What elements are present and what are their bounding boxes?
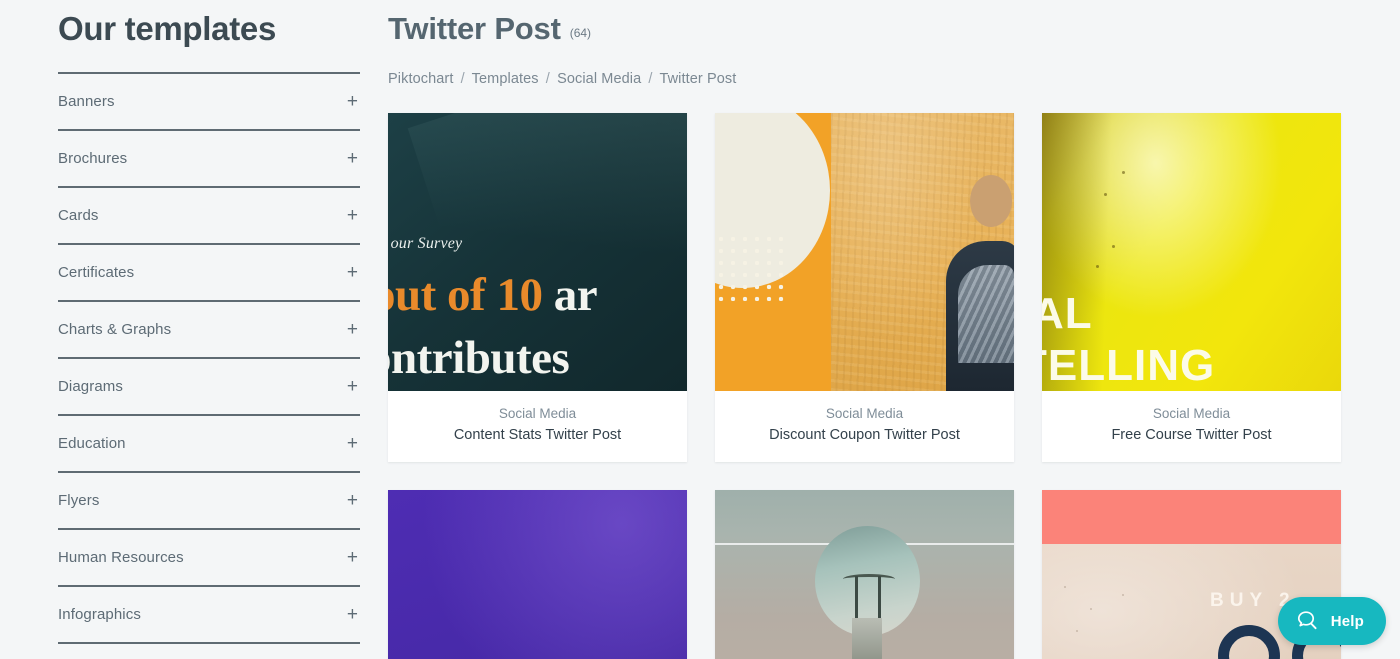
thumbnail-person-head [970, 175, 1012, 227]
sidebar-item-label: Charts & Graphs [58, 321, 172, 338]
sidebar-item-brochures[interactable]: Brochures + [58, 131, 360, 188]
breadcrumb-item-twitter-post[interactable]: Twitter Post [659, 71, 736, 87]
template-card-content-that[interactable]: CONTENT THAT TH Social Media [715, 490, 1014, 659]
breadcrumb-separator: / [460, 71, 465, 87]
thumbnail-text-line1: AL [1042, 289, 1093, 338]
page-title: Twitter Post [388, 11, 561, 46]
thumbnail-text-headline: out of 10 ar [388, 268, 598, 322]
thumbnail-grain [1076, 630, 1078, 632]
thumbnail-person-scarf [958, 265, 1014, 363]
sidebar-item-cards[interactable]: Cards + [58, 188, 360, 245]
template-category: Social Media [1152, 406, 1231, 421]
sidebar-item-label: Diagrams [58, 378, 123, 395]
sidebar: Our templates Banners + Brochures + Card… [0, 0, 360, 659]
thumbnail-speck [1112, 245, 1115, 248]
template-thumbnail[interactable]: eur 101: [388, 490, 687, 659]
main-content: Twitter Post (64) Piktochart / Templates… [360, 0, 1400, 659]
thumbnail-dot-pattern [715, 233, 787, 301]
template-count: (64) [569, 26, 592, 40]
help-label: Help [1330, 612, 1364, 630]
plus-icon[interactable]: + [347, 320, 360, 339]
plus-icon[interactable]: + [347, 92, 360, 111]
template-grid: on our Survey out of 10 ar ontributes So… [388, 113, 1350, 659]
sidebar-item-label: Banners [58, 93, 115, 110]
template-caption: Social Media Free Course Twitter Post [1042, 391, 1341, 462]
plus-icon[interactable]: + [347, 263, 360, 282]
thumbnail-text-survey: on our Survey [388, 235, 463, 252]
template-category: Social Media [825, 406, 904, 421]
sidebar-item-education[interactable]: Education + [58, 416, 360, 473]
template-card-entrepreneur[interactable]: eur 101: Social Media [388, 490, 687, 659]
template-caption: Social Media Content Stats Twitter Post [388, 391, 687, 462]
template-title: Free Course Twitter Post [1111, 427, 1272, 443]
thumbnail-lightbulb-filament [855, 576, 881, 618]
plus-icon[interactable]: + [347, 548, 360, 567]
sidebar-item-certificates[interactable]: Certificates + [58, 245, 360, 302]
breadcrumb-item-piktochart[interactable]: Piktochart [388, 71, 453, 87]
plus-icon[interactable]: + [347, 149, 360, 168]
thumbnail-speck [1096, 265, 1099, 268]
thumbnail-text-headline2: ontributes [388, 332, 570, 384]
template-thumbnail[interactable]: AL TELLING [1042, 113, 1341, 391]
template-caption: Social Media Discount Coupon Twitter Pos… [715, 391, 1014, 462]
template-title: Content Stats Twitter Post [453, 427, 622, 443]
breadcrumb-separator: / [545, 71, 550, 87]
templates-page: Our templates Banners + Brochures + Card… [0, 0, 1400, 659]
thumbnail-color-band [1042, 490, 1341, 544]
template-title: Discount Coupon Twitter Post [769, 427, 960, 443]
sidebar-item-label: Education [58, 435, 126, 452]
thumbnail-grain [1064, 586, 1066, 588]
sidebar-item-charts-graphs[interactable]: Charts & Graphs + [58, 302, 360, 359]
thumbnail-grain [1090, 608, 1092, 610]
sidebar-item-label: Infographics [58, 606, 141, 623]
plus-icon[interactable]: + [347, 434, 360, 453]
breadcrumb: Piktochart / Templates / Social Media / … [388, 71, 1350, 87]
template-category: Social Media [498, 406, 577, 421]
template-thumbnail[interactable]: on our Survey out of 10 ar ontributes [388, 113, 687, 391]
sidebar-category-list: Banners + Brochures + Cards + Certificat… [58, 72, 360, 659]
sidebar-item-banners[interactable]: Banners + [58, 74, 360, 131]
template-card-free-course[interactable]: AL TELLING Social Media Free Course Twit… [1042, 113, 1341, 462]
breadcrumb-item-templates[interactable]: Templates [472, 71, 539, 87]
template-card-discount-coupon[interactable]: Social Media Discount Coupon Twitter Pos… [715, 113, 1014, 462]
page-header: Twitter Post (64) [388, 8, 1350, 50]
thumbnail-speck [1122, 171, 1125, 174]
sidebar-item-label: Flyers [58, 492, 100, 509]
thumbnail-text-orange: out of 10 [388, 269, 554, 321]
sidebar-item-human-resources[interactable]: Human Resources + [58, 530, 360, 587]
sidebar-item-infographics[interactable]: Infographics + [58, 587, 360, 644]
thumbnail-text-line2: TELLING [1042, 341, 1216, 390]
sidebar-item-partial[interactable]: M + [58, 644, 360, 659]
chat-bubble-icon [1297, 611, 1317, 630]
plus-icon[interactable]: + [347, 377, 360, 396]
plus-icon[interactable]: + [347, 605, 360, 624]
thumbnail-text-white: ar [553, 269, 598, 321]
sidebar-item-flyers[interactable]: Flyers + [58, 473, 360, 530]
template-thumbnail[interactable]: CONTENT THAT TH [715, 490, 1014, 659]
sidebar-item-label: Brochures [58, 150, 128, 167]
breadcrumb-separator: / [648, 71, 653, 87]
sidebar-item-diagrams[interactable]: Diagrams + [58, 359, 360, 416]
sidebar-title: Our templates [58, 10, 276, 47]
thumbnail-speck [1104, 193, 1107, 196]
thumbnail-lightbulb-base [852, 618, 882, 659]
breadcrumb-item-social-media[interactable]: Social Media [557, 71, 641, 87]
plus-icon[interactable]: + [347, 206, 360, 225]
template-card-content-stats[interactable]: on our Survey out of 10 ar ontributes So… [388, 113, 687, 462]
template-thumbnail[interactable] [715, 113, 1014, 391]
help-button[interactable]: Help [1277, 597, 1386, 645]
thumbnail-grain [1122, 594, 1124, 596]
sidebar-item-label: Certificates [58, 264, 135, 281]
sidebar-item-label: Cards [58, 207, 99, 224]
sidebar-item-label: Human Resources [58, 549, 184, 566]
plus-icon[interactable]: + [347, 491, 360, 510]
